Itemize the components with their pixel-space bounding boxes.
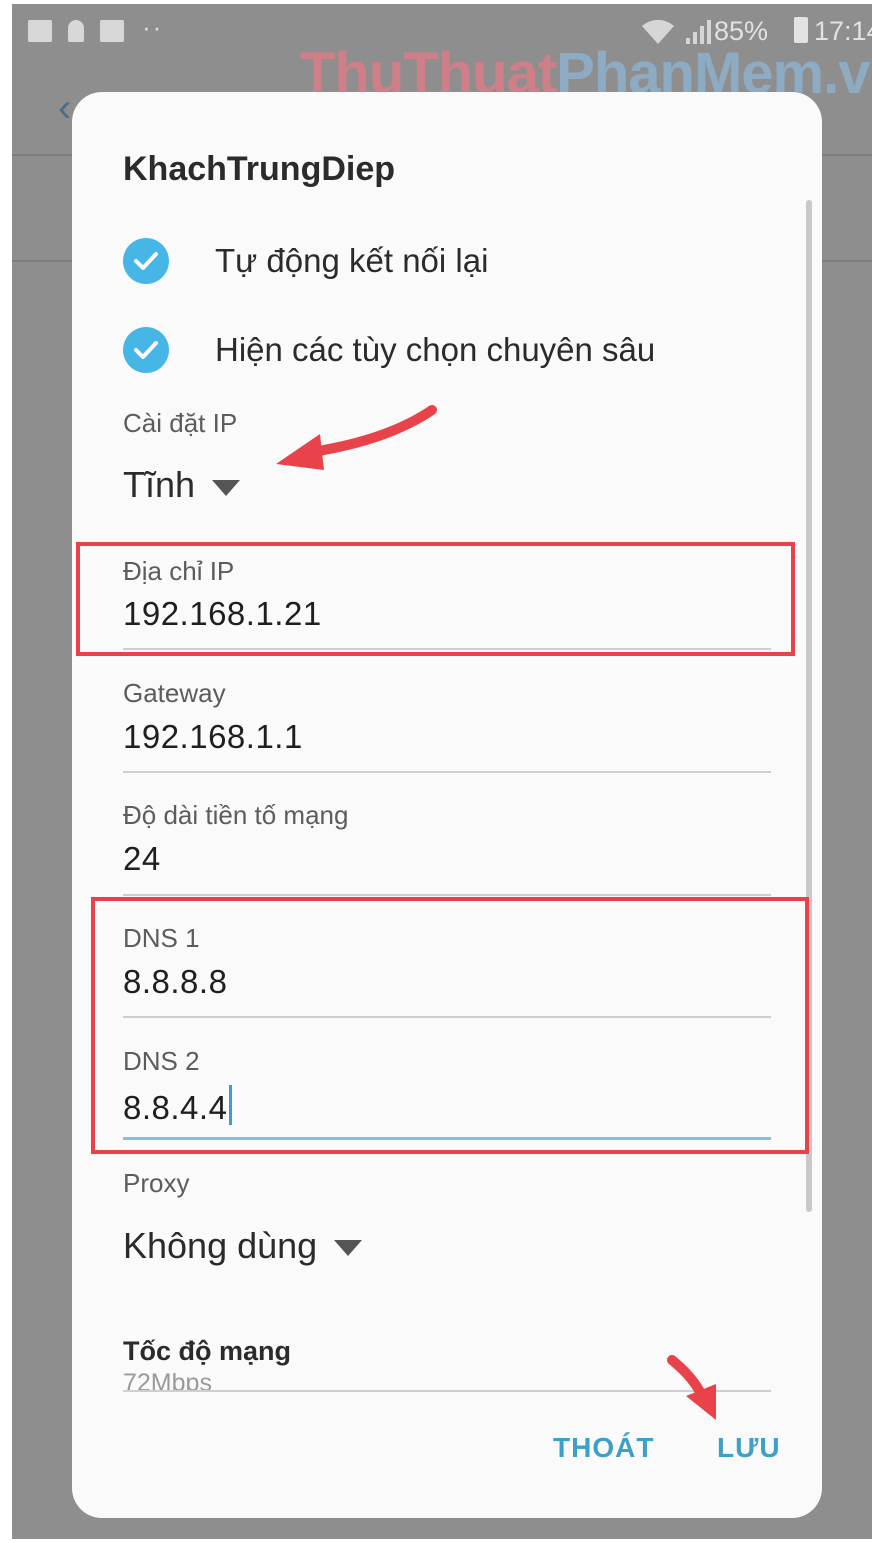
gateway-input[interactable]: 192.168.1.1 [123, 718, 303, 756]
dialog-title: KhachTrungDiep [123, 150, 396, 188]
ip-address-highlight-box [76, 542, 795, 656]
save-button[interactable]: LƯU [717, 1432, 781, 1464]
wifi-config-dialog: KhachTrungDiep Tự động kết nối lại Hiện … [72, 92, 822, 1518]
auto-reconnect-option[interactable]: Tự động kết nối lại [123, 236, 763, 286]
auto-reconnect-checkbox[interactable] [123, 238, 169, 284]
gallery-notification-icon [28, 20, 52, 42]
network-speed-label: Tốc độ mạng [123, 1336, 291, 1366]
prefix-length-input[interactable]: 24 [123, 840, 161, 878]
flipboard-notification-icon [100, 20, 124, 42]
checkmark-icon [134, 252, 158, 270]
proxy-dropdown[interactable]: Không dùng [123, 1225, 317, 1267]
back-arrow-icon[interactable]: ‹ [58, 86, 71, 131]
ip-settings-label: Cài đặt IP [123, 408, 238, 438]
proxy-dropdown-arrow-icon[interactable] [334, 1240, 362, 1256]
cancel-button[interactable]: THOÁT [553, 1432, 654, 1464]
gateway-underline [123, 771, 771, 773]
ip-settings-pointer-arrow-icon [276, 405, 437, 470]
prefix-length-underline [123, 894, 771, 896]
checkmark-icon [134, 341, 158, 359]
ip-settings-dropdown-arrow-icon[interactable] [212, 480, 240, 496]
ip-settings-dropdown[interactable]: Tĩnh [123, 464, 195, 506]
gateway-label: Gateway [123, 678, 226, 708]
network-speed-value: 72Mbps [123, 1369, 212, 1391]
dns-highlight-box [91, 897, 809, 1154]
more-notifications-icon: ·· [142, 12, 164, 42]
prefix-length-label: Độ dài tiền tố mạng [123, 800, 349, 830]
auto-reconnect-label: Tự động kết nối lại [215, 242, 489, 279]
proxy-label: Proxy [123, 1168, 190, 1198]
advanced-options-checkbox[interactable] [123, 327, 169, 373]
person-notification-icon [68, 20, 84, 42]
advanced-options-label: Hiện các tùy chọn chuyên sâu [215, 331, 656, 368]
advanced-options-option[interactable]: Hiện các tùy chọn chuyên sâu [123, 325, 763, 375]
save-pointer-arrow-icon [667, 1355, 716, 1420]
